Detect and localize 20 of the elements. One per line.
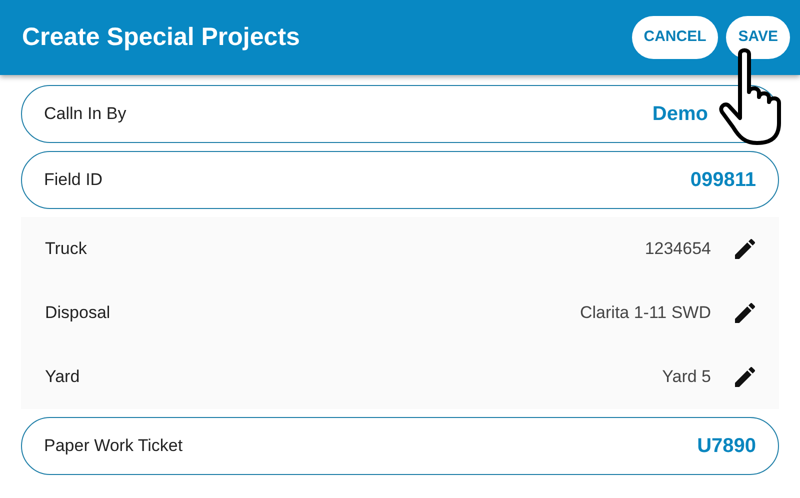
field-label: Truck: [45, 238, 88, 260]
field-label: Disposal: [45, 302, 112, 324]
field-value: U7890: [697, 434, 756, 459]
field-row[interactable]: Field ID 099811: [21, 151, 779, 209]
field-value: Clarita 1-11 SWD: [580, 302, 711, 324]
header-button[interactable]: SAVE: [726, 16, 790, 59]
field-row[interactable]: Paper Work Ticket U7890: [21, 417, 779, 475]
header-button[interactable]: CANCEL: [632, 16, 718, 59]
field-label: Field ID: [44, 169, 103, 192]
page-title: Create Special Projects: [22, 22, 300, 53]
field-value: Demo: [652, 102, 708, 127]
field-value: 099811: [690, 168, 756, 193]
field-value: 1234654: [644, 238, 711, 260]
pencil-icon[interactable]: [735, 239, 755, 259]
field-label: Paper Work Ticket: [44, 435, 183, 458]
field-value: Yard 5: [662, 366, 711, 388]
field-label: Yard: [45, 366, 81, 388]
pencil-icon[interactable]: [735, 367, 755, 387]
field-label: Calln In By: [44, 103, 126, 126]
pencil-icon[interactable]: [735, 303, 755, 323]
